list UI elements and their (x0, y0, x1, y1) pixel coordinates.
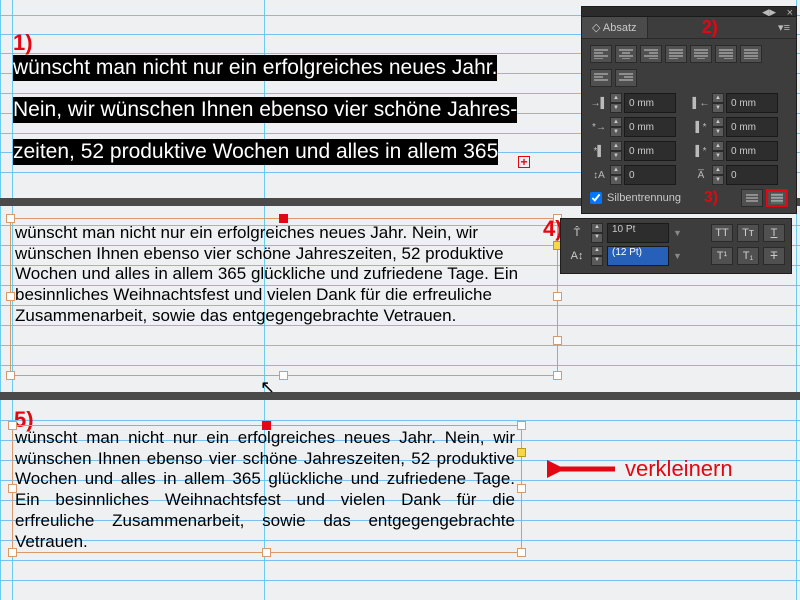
handle-top-mid[interactable] (279, 214, 288, 223)
handle-tr[interactable] (517, 421, 526, 430)
handle-left[interactable] (8, 484, 17, 493)
handle-tl[interactable] (6, 214, 15, 223)
character-size-panel[interactable]: T̂ ▲▼ 10 Pt ▼ TT Tᴛ T A↕ ▲▼ (12 Pt) ▼ T¹… (560, 218, 792, 274)
page-separator (0, 392, 800, 400)
overset-text-icon[interactable]: + (518, 156, 530, 168)
indent-left-input[interactable] (624, 93, 676, 113)
stepper[interactable]: ▲▼ (610, 141, 622, 161)
stepper[interactable]: ▲▼ (591, 246, 603, 266)
dropcap-lines-icon: ↕A (590, 167, 608, 183)
text-line: Nein, wir wünschen Ihnen ebenso vier sch… (13, 97, 517, 123)
indent-left-icon: →▌ (590, 95, 608, 111)
dropcap-lines-input[interactable] (624, 165, 676, 185)
align-center-button[interactable] (615, 45, 637, 63)
leading-icon: A↕ (567, 247, 587, 265)
font-size-icon: T̂ (567, 224, 587, 242)
indent-right-input[interactable] (726, 93, 778, 113)
paragraph-text: wünscht man nicht nur ein erfolgreiches … (11, 219, 557, 331)
justify-full-button[interactable] (740, 45, 762, 63)
indent-right-icon: ▌← (692, 95, 710, 111)
outport-icon[interactable] (553, 336, 562, 345)
baseline-grid-off-button[interactable] (741, 189, 763, 207)
smallcaps-button[interactable]: Tᴛ (737, 224, 759, 242)
stepper[interactable]: ▲▼ (610, 117, 622, 137)
stepper[interactable]: ▲▼ (591, 223, 603, 243)
handle-br[interactable] (517, 548, 526, 557)
hyphenation-label: Silbentrennung (607, 192, 681, 204)
space-after-input[interactable] (726, 141, 778, 161)
dropcap-chars-input[interactable] (726, 165, 778, 185)
baseline-grid-on-button[interactable] (766, 189, 788, 207)
annotation-2: 2) (702, 17, 718, 38)
absatz-panel[interactable]: ◀▶ × ◇ Absatz 2) ▾≡ →▌▲▼ ▌←▲▼ *→▲▼ ▌*▲▼ (581, 6, 797, 214)
panel-tabbar: ◀▶ × (582, 7, 796, 17)
handle-left[interactable] (6, 292, 15, 301)
handle-bottom[interactable] (279, 371, 288, 380)
handle-top-mid[interactable] (262, 421, 271, 430)
stepper[interactable]: ▲▼ (712, 141, 724, 161)
strikethrough-button[interactable]: T (763, 247, 785, 265)
align-away-spine-button[interactable] (615, 69, 637, 87)
highlighted-text-block[interactable]: wünscht man nicht nur ein erfolgreiches … (13, 55, 517, 181)
collapse-icon[interactable]: ◀▶ (762, 7, 776, 18)
handle-control[interactable] (517, 448, 526, 457)
align-left-button[interactable] (590, 45, 612, 63)
superscript-button[interactable]: T¹ (711, 247, 733, 265)
leading-select[interactable]: (12 Pt) (607, 246, 669, 266)
first-line-input[interactable] (624, 117, 676, 137)
panel-tab-absatz[interactable]: ◇ Absatz (582, 17, 648, 38)
handle-bl[interactable] (6, 371, 15, 380)
space-before-input[interactable] (624, 141, 676, 161)
space-after-icon: ▌* (692, 143, 710, 159)
handle-br[interactable] (553, 371, 562, 380)
text-frame-3[interactable]: wünscht man nicht nur ein erfolgreiches … (12, 425, 522, 553)
justify-left-button[interactable] (665, 45, 687, 63)
justify-right-button[interactable] (715, 45, 737, 63)
hyphenation-checkbox[interactable]: Silbentrennung (590, 192, 681, 204)
justify-center-button[interactable] (690, 45, 712, 63)
paragraph-text: wünscht man nicht nur ein erfolgreiches … (13, 426, 521, 554)
panel-menu-icon[interactable]: ▾≡ (778, 21, 796, 34)
align-spine-button[interactable] (590, 69, 612, 87)
first-line-indent-icon: *→ (590, 119, 608, 135)
chevron-down-icon[interactable]: ▼ (673, 251, 682, 261)
annotation-arrow: verkleinern (547, 456, 733, 482)
stepper[interactable]: ▲▼ (712, 165, 724, 185)
annotation-1: 1) (13, 30, 33, 56)
allcaps-button[interactable]: TT (711, 224, 733, 242)
font-size-select[interactable]: 10 Pt (607, 223, 669, 243)
cursor-icon: ↖ (260, 377, 275, 398)
panel-title: Absatz (603, 22, 637, 34)
close-icon[interactable]: × (787, 7, 793, 19)
stepper[interactable]: ▲▼ (712, 93, 724, 113)
underline-button[interactable]: T (763, 224, 785, 242)
handle-bl[interactable] (8, 548, 17, 557)
text-frame-2[interactable]: wünscht man nicht nur ein erfolgreiches … (10, 218, 558, 376)
annotation-arrow-label: verkleinern (625, 456, 733, 482)
hyphenation-check-input[interactable] (590, 192, 602, 204)
annotation-3: 3) (704, 189, 718, 207)
handle-right[interactable] (517, 484, 526, 493)
alignment-row (590, 45, 788, 63)
handle-tl[interactable] (8, 421, 17, 430)
handle-right[interactable] (553, 292, 562, 301)
space-before-icon: *▌ (590, 143, 608, 159)
text-line: zeiten, 52 produktive Wochen und alles i… (13, 139, 498, 165)
align-right-button[interactable] (640, 45, 662, 63)
stepper[interactable]: ▲▼ (610, 165, 622, 185)
chevron-down-icon[interactable]: ▼ (673, 228, 682, 238)
text-line: wünscht man nicht nur ein erfolgreiches … (13, 55, 497, 81)
last-line-indent-icon: ▌* (692, 119, 710, 135)
handle-bottom[interactable] (262, 548, 271, 557)
stepper[interactable]: ▲▼ (712, 117, 724, 137)
stepper[interactable]: ▲▼ (610, 93, 622, 113)
subscript-button[interactable]: T₁ (737, 247, 759, 265)
dropcap-chars-icon: A̅ (692, 167, 710, 183)
last-line-input[interactable] (726, 117, 778, 137)
